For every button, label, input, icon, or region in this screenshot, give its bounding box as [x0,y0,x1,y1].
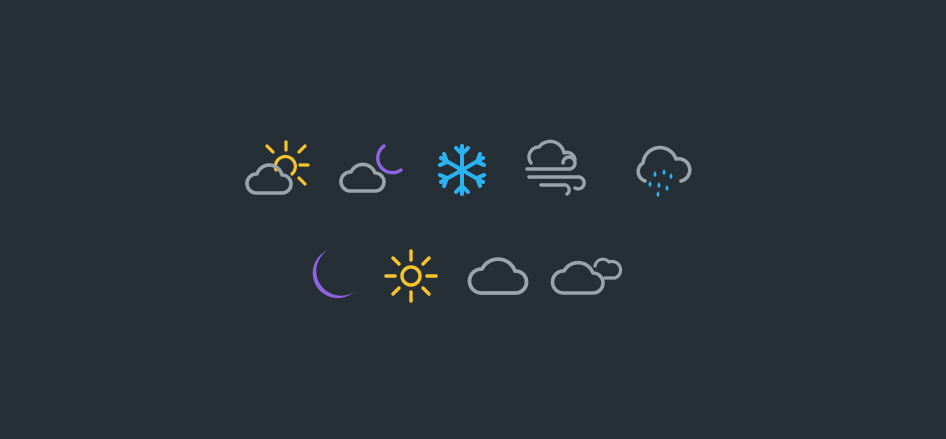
partly-cloudy-night-icon [339,142,406,196]
wind-icon [523,139,587,199]
sun-icon [384,249,438,303]
rain-icon [633,141,693,199]
moon-icon [302,248,356,302]
snowflake-icon [435,143,489,197]
overcast-icon [550,254,623,296]
partly-cloudy-day-icon [244,138,314,198]
cloud-icon [467,252,529,296]
weather-icon-set [0,0,946,439]
